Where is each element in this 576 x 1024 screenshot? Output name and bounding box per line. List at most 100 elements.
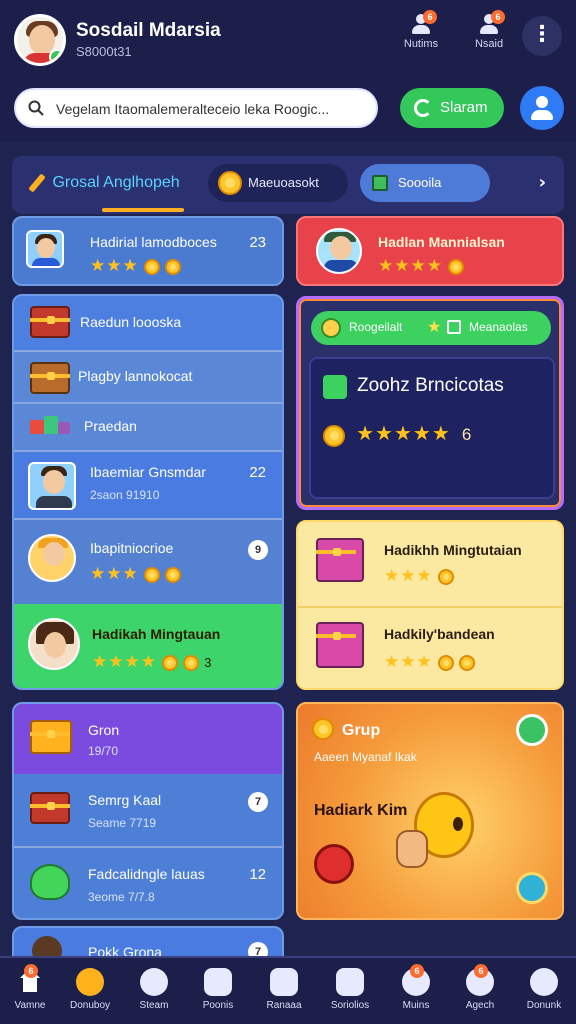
tab-bar: Grosal Anglhopeh Maeuoasokt Soooila › — [12, 156, 564, 214]
person-icon: 6 — [409, 10, 437, 34]
left-top-card[interactable]: Hadirial lamodboces 23 ★★★ — [12, 216, 284, 286]
nav-item-donut[interactable]: Donuboy — [60, 968, 120, 1011]
nav-label: Muins — [402, 1000, 430, 1011]
nav-label: Vamne — [14, 1000, 46, 1011]
rating-stars: ★★★★ — [378, 256, 465, 275]
star-icon: ★ — [106, 564, 122, 584]
coin-icon — [164, 566, 181, 583]
user-avatar — [316, 228, 362, 274]
pencil-icon — [28, 173, 46, 193]
nav-item-steam[interactable]: Steam — [124, 968, 184, 1011]
pencil-icon — [323, 375, 347, 399]
info-badge[interactable]: 9 — [248, 540, 268, 560]
check-icon — [321, 318, 341, 338]
star-icon: ★ — [122, 564, 138, 584]
nav-item-chat[interactable]: 6 Muins — [386, 964, 446, 1011]
feature-pill[interactable]: Roogeilalt ★ Meanaolas — [311, 311, 551, 345]
coin-icon — [162, 654, 179, 671]
search-icon — [28, 100, 44, 116]
coin-icon — [312, 718, 334, 740]
star-icon: ★ — [92, 652, 108, 672]
chest-icon — [30, 306, 70, 338]
tab-messages-label: Maeuoasokt — [248, 175, 319, 190]
rating-stars: ★★★★ 3 — [92, 652, 212, 671]
list-item[interactable]: Semrg Kaal Seame 7719 7 — [14, 774, 282, 846]
right-orange-card[interactable]: Grup Aaeen Myanaf Ikak Hadiark Kim — [296, 702, 564, 920]
star-icon: ★ — [400, 652, 416, 672]
header-notifications-label: Nutims — [403, 38, 439, 50]
tab-global-label: Grosal Anglhopeh — [52, 174, 180, 191]
nav-item-gallery[interactable]: Ranaaa — [254, 968, 314, 1011]
tab-social-label: Soooila — [398, 175, 442, 190]
list-item[interactable]: Ibaemiar Gnsmdar 2saon 91910 22 — [14, 452, 282, 518]
search-button[interactable]: Slaram — [400, 88, 504, 128]
feature-card[interactable]: Roogeilalt ★ Meanaolas Zoohz Brncicotas … — [296, 296, 564, 510]
user-avatar[interactable] — [14, 14, 66, 66]
search-button-label: Slaram — [440, 99, 488, 116]
list-item-highlighted[interactable]: Hadikah Mingtauan ★★★★ 3 — [14, 604, 282, 688]
list-item-count: 22 — [249, 464, 266, 481]
chat-icon: 6 — [402, 964, 430, 996]
list-item[interactable]: Praedan — [14, 404, 282, 450]
card-title: Grup — [342, 722, 381, 739]
coin-icon — [218, 171, 242, 195]
list-item[interactable]: Raedun loooska — [14, 296, 282, 350]
right-top-card[interactable]: Hadlan Mannialsan ★★★★ — [296, 216, 564, 286]
donut-icon — [76, 968, 104, 996]
header-friends-button[interactable]: 6 Nsaid — [464, 10, 514, 50]
nav-item-store[interactable]: Poonis — [188, 968, 248, 1011]
tab-social[interactable]: Soooila — [360, 164, 490, 202]
search-input[interactable] — [56, 98, 366, 120]
tab-messages[interactable]: Maeuoasokt — [208, 164, 348, 202]
refresh-icon — [414, 99, 432, 117]
person-icon: 6 — [466, 964, 494, 996]
emoji-icon — [530, 968, 558, 996]
more-options-button[interactable]: ⋮ — [522, 16, 562, 56]
list-item[interactable]: Plagby lannokocat — [14, 352, 282, 402]
star-icon: ★ — [400, 566, 416, 586]
chevron-right-icon[interactable]: › — [539, 172, 546, 193]
list-item-label: Ibapitniocrioe — [90, 540, 174, 556]
star-icon: ★ — [108, 652, 124, 672]
header-notifications-button[interactable]: 6 Nutims — [396, 10, 446, 50]
nav-label: Poonis — [202, 1000, 234, 1011]
card-count: 23 — [249, 234, 266, 251]
list-item-sub: 2saon 91910 — [90, 488, 160, 502]
check-icon[interactable] — [516, 872, 548, 904]
nav-item-home[interactable]: 6 Vamne — [0, 964, 60, 1011]
store-icon — [204, 968, 232, 996]
list-item[interactable]: Fadcalidngle lauas 3eome 7/7.8 12 — [14, 848, 282, 918]
chest-icon — [30, 362, 70, 394]
header-friends-label: Nsaid — [474, 38, 504, 50]
nav-item-agent[interactable]: 6 Agech — [450, 964, 510, 1011]
list-item[interactable]: Gron 19/70 — [14, 704, 282, 774]
list-item[interactable]: Ibapitniocrioe ★★★ 9 — [14, 520, 282, 604]
star-icon: ★ — [90, 564, 106, 584]
list-item[interactable]: Hadikhh Mingtutaian ★★★ — [298, 522, 562, 606]
star-icon: ★ — [384, 566, 400, 586]
notification-badge: 6 — [423, 10, 437, 24]
document-icon — [372, 175, 388, 191]
list-item-label: Hadikah Mingtauan — [92, 626, 221, 642]
list-item-sub: 3eome 7/7.8 — [88, 890, 155, 904]
nav-item-games[interactable]: Soriolios — [320, 968, 380, 1011]
tab-global[interactable]: Grosal Anglhopeh — [20, 164, 190, 212]
profile-button[interactable] — [520, 86, 564, 130]
rating-stars: ★★★ — [90, 564, 181, 583]
left-list-card: Raedun loooska Plagby lannokocat Praedan… — [12, 294, 284, 690]
list-item[interactable]: Hadkily'bandean ★★★ — [298, 608, 562, 688]
rating-value: 6 — [461, 425, 472, 444]
gift-icon[interactable] — [516, 714, 548, 746]
app-title: Sosdail Mdarsia — [76, 20, 221, 41]
pill-left-label: Roogeilalt — [349, 320, 403, 334]
nav-item-emoji[interactable]: Donunk — [514, 968, 574, 1011]
info-badge[interactable]: 7 — [248, 792, 268, 812]
left-group-card: Gron 19/70 Semrg Kaal Seame 7719 7 Fadca… — [12, 702, 284, 920]
nav-label: Steam — [139, 1000, 169, 1011]
nav-badge: 6 — [24, 964, 38, 978]
chest-icon — [30, 792, 70, 824]
chest-icon — [316, 622, 364, 668]
online-status-icon — [49, 49, 63, 63]
star-icon: ★ — [431, 421, 450, 445]
star-icon: ★ — [412, 421, 431, 445]
